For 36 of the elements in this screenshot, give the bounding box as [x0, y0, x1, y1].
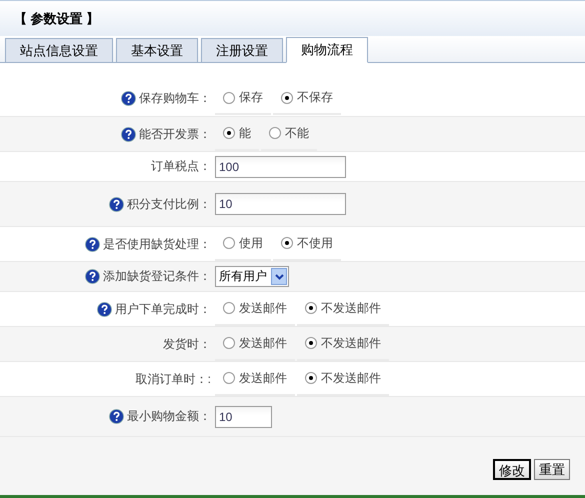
field-label: 保存购物车：: [139, 90, 211, 107]
radio-button[interactable]: [223, 237, 235, 249]
field-label: 添加缺货登记条件：: [103, 268, 211, 285]
dropdown[interactable]: 所有用户: [215, 266, 289, 287]
field-label: 能否开发票：: [139, 126, 211, 142]
reset-button[interactable]: 重置: [534, 459, 570, 480]
input-field[interactable]: 10: [215, 193, 346, 215]
field-label: 最小购物金额：: [127, 408, 211, 425]
radio-button[interactable]: [223, 302, 235, 314]
page-title: 【 参数设置 】: [14, 10, 100, 28]
radio-option[interactable]: 保存: [215, 89, 271, 115]
radio-option[interactable]: 不保存: [273, 89, 341, 115]
radio-button[interactable]: [269, 127, 281, 139]
radio-button[interactable]: [281, 237, 293, 249]
field-label: 订单税点：: [151, 158, 211, 175]
field-label: 取消订单时：:: [136, 370, 211, 388]
radio-button[interactable]: [305, 302, 317, 314]
radio-button[interactable]: [305, 337, 317, 349]
input-field[interactable]: 10: [215, 406, 272, 428]
radio-button[interactable]: [281, 92, 293, 104]
field-label: 用户下单完成时：: [115, 300, 211, 318]
radio-button[interactable]: [305, 372, 317, 384]
submit-button[interactable]: 修改: [493, 459, 531, 480]
tab[interactable]: 注册设置: [201, 38, 283, 62]
input-field[interactable]: 100: [215, 156, 346, 178]
tab[interactable]: 购物流程: [286, 37, 368, 63]
radio-button[interactable]: [223, 92, 235, 104]
tab[interactable]: 站点信息设置: [5, 38, 113, 62]
radio-button[interactable]: [223, 337, 235, 349]
field-label: 发货时：: [163, 336, 211, 352]
field-label: 积分支付比例：: [127, 196, 211, 212]
radio-button[interactable]: [223, 372, 235, 384]
chevron-icon: [274, 274, 284, 280]
radio-button[interactable]: [223, 127, 235, 139]
field-label: 是否使用缺货处理：: [103, 236, 211, 252]
tab[interactable]: 基本设置: [116, 38, 198, 62]
